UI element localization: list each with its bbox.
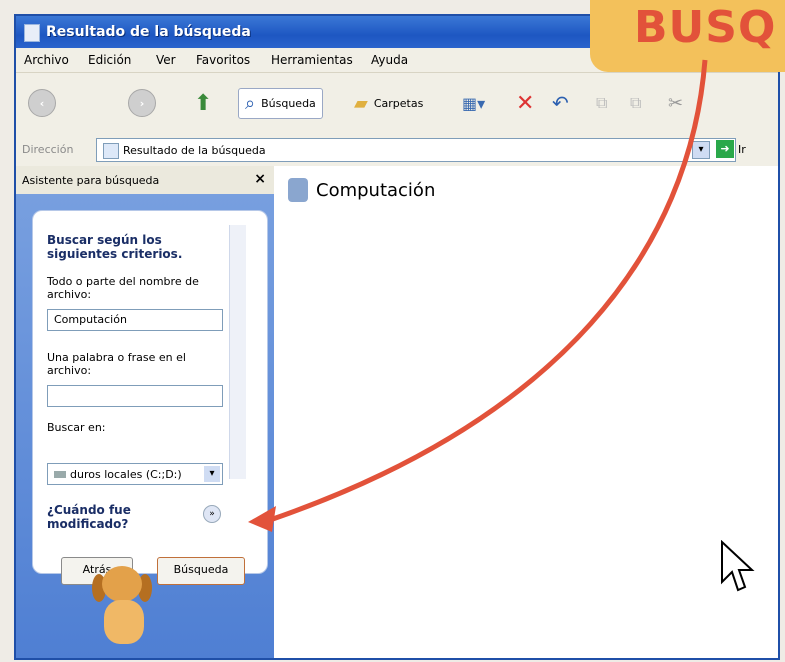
back-button[interactable]: ‹: [28, 85, 56, 121]
close-icon[interactable]: ×: [254, 171, 266, 187]
search-label: Búsqueda: [261, 96, 316, 110]
folder-icon: ▰: [354, 92, 368, 114]
search-results-icon: [24, 24, 40, 42]
views-button[interactable]: ▦▾: [462, 85, 485, 121]
forward-arrow-icon: ›: [128, 89, 156, 117]
menu-ver[interactable]: Ver: [156, 53, 176, 67]
menu-herramientas[interactable]: Herramientas: [271, 53, 353, 67]
move-icon: ⧉: [630, 93, 642, 112]
overlay-tag-text: BUSQ: [634, 2, 777, 53]
search-bubble: Buscar según los siguientes criterios. T…: [32, 210, 268, 585]
overlay-tag: BUSQ: [590, 0, 785, 72]
search-results-folder-icon: [288, 178, 308, 202]
phrase-label: Una palabra o frase en el archivo:: [47, 351, 186, 377]
magnifier-icon: ⌕: [245, 92, 256, 114]
look-in-select[interactable]: duros locales (C:;D:) ▾: [47, 463, 223, 485]
copy-icon: ⧉: [596, 93, 608, 112]
move-to-button[interactable]: ⧉: [630, 85, 641, 121]
address-label: Dirección: [22, 143, 74, 156]
search-dog-icon[interactable]: [90, 566, 160, 656]
menu-favoritos[interactable]: Favoritos: [196, 53, 250, 67]
pane-header: Asistente para búsqueda ×: [16, 166, 274, 194]
filename-input[interactable]: Computación: [47, 309, 223, 331]
address-bar: Dirección Resultado de la búsqueda ▾ ➜ I…: [16, 134, 778, 166]
bubble-scrollbar[interactable]: [229, 225, 246, 479]
look-in-value: duros locales (C:;D:): [70, 468, 182, 481]
go-arrow-icon: ➜: [716, 140, 734, 158]
scissors-icon: ✂: [668, 92, 684, 114]
phrase-input[interactable]: [47, 385, 223, 407]
drive-icon: [54, 471, 66, 478]
address-value: Resultado de la búsqueda: [123, 144, 266, 157]
undo-icon: ↶: [552, 91, 569, 115]
views-icon: ▦▾: [462, 93, 486, 113]
up-arrow-icon: ⬆: [194, 90, 213, 116]
back-arrow-icon: ‹: [28, 89, 56, 117]
start-search-button[interactable]: Búsqueda: [157, 557, 245, 585]
result-name: Computación: [316, 179, 436, 201]
date-modified-section[interactable]: ¿Cuándo fue modificado?: [47, 503, 197, 531]
up-folder-button[interactable]: ⬆: [194, 85, 212, 121]
pane-title: Asistente para búsqueda: [22, 174, 160, 187]
cut-button[interactable]: ✂: [668, 85, 683, 121]
results-pane: Computación: [274, 166, 778, 658]
menu-archivo[interactable]: Archivo: [24, 53, 69, 67]
undo-button[interactable]: ↶: [552, 85, 569, 121]
delete-button[interactable]: ✕: [516, 85, 534, 121]
go-label: Ir: [738, 142, 746, 156]
menu-edicion[interactable]: Edición: [88, 53, 131, 67]
name-label: Todo o parte del nombre de archivo:: [47, 275, 199, 301]
mouse-cursor-icon: [721, 540, 755, 592]
search-companion-pane: Asistente para búsqueda × Buscar según l…: [16, 166, 274, 658]
look-in-label: Buscar en:: [47, 421, 106, 434]
search-button[interactable]: ⌕ Búsqueda: [238, 85, 323, 121]
window-title: Resultado de la búsqueda: [46, 24, 251, 40]
folders-label: Carpetas: [373, 96, 424, 110]
expand-icon[interactable]: »: [203, 505, 221, 523]
forward-button[interactable]: ›: [128, 85, 156, 121]
go-button[interactable]: ➜ Ir: [716, 140, 746, 158]
explorer-window: Resultado de la búsqueda Archivo Edición…: [14, 14, 780, 660]
search-results-small-icon: [103, 143, 119, 159]
folders-button[interactable]: ▰ Carpetas: [354, 85, 423, 121]
copy-to-button[interactable]: ⧉: [596, 85, 607, 121]
result-item[interactable]: Computación: [288, 178, 435, 202]
toolbar: ‹ › ⬆ ⌕ Búsqueda ▰ Carpetas ▦▾ ✕ ↶ ⧉ ⧉ ✂: [16, 72, 778, 136]
address-dropdown-icon[interactable]: ▾: [692, 141, 710, 159]
address-field[interactable]: Resultado de la búsqueda: [96, 138, 736, 162]
menu-ayuda[interactable]: Ayuda: [371, 53, 408, 67]
search-heading: Buscar según los siguientes criterios.: [47, 233, 183, 261]
chevron-down-icon: ▾: [204, 466, 220, 482]
delete-x-icon: ✕: [516, 90, 535, 116]
